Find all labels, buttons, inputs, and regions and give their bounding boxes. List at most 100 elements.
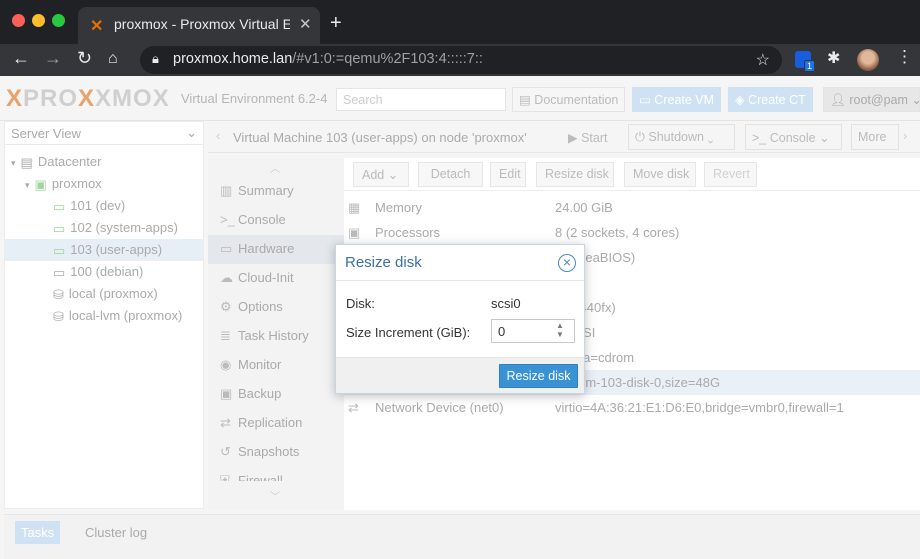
nav-hardware[interactable]: ▭ Hardware	[208, 235, 344, 264]
tree-node-proxmox[interactable]: ▾ ▣ proxmox	[5, 173, 203, 195]
reload-icon[interactable]: ↻	[77, 48, 92, 69]
add-button[interactable]: Add ⌄	[353, 162, 409, 187]
window-maximize-button[interactable]	[52, 14, 65, 27]
start-label: Start	[581, 131, 608, 145]
tab-tasks[interactable]: Tasks	[15, 521, 61, 544]
start-button[interactable]: ▶ Start	[561, 124, 615, 150]
resize-disk-submit-button[interactable]: Resize disk	[499, 364, 578, 388]
revert-button[interactable]: Revert	[704, 162, 757, 187]
hardware-key: Network Device (net0)	[375, 400, 504, 415]
scroll-left-icon[interactable]: ‹	[216, 128, 220, 143]
resource-tree: Server View ⌄ ▾ ▤ Datacenter ▾ ▣ proxmox ▭ 101…	[4, 121, 204, 509]
home-icon[interactable]: ⌂	[108, 50, 118, 68]
scroll-right-icon[interactable]: ›	[903, 128, 907, 143]
nav-replication[interactable]: ⇄ Replication	[208, 409, 344, 438]
view-selector[interactable]: Server View ⌄	[5, 122, 203, 145]
nav-scroll-down-icon[interactable]: ﹀	[270, 488, 280, 503]
collapse-icon: ▾	[11, 157, 16, 168]
nav-backup[interactable]: ▣ Backup	[208, 380, 344, 409]
forward-arrow-icon[interactable]: →	[44, 48, 62, 69]
lock-icon: 🔒︎	[152, 51, 159, 66]
tree-node-label: Datacenter	[37, 154, 102, 169]
nav-label: Hardware	[238, 241, 295, 256]
bitwarden-extension-icon[interactable]: 1	[795, 51, 815, 72]
nav-snapshots[interactable]: ↺ Snapshots	[208, 438, 344, 467]
user-label: root@pam	[849, 93, 908, 107]
hardware-value: virtio=4A:36:21:E1:D6:E0,bridge=vmbr0,fi…	[555, 400, 844, 415]
exchange-icon: ⇄	[348, 400, 359, 415]
view-selector-value: Server View	[11, 126, 81, 141]
tab-cluster-log[interactable]: Cluster log	[85, 525, 147, 540]
nav-console[interactable]: >_ Console	[208, 206, 344, 235]
vm-running-icon: ▭	[53, 242, 66, 258]
console-button[interactable]: >_ Console ⌄	[745, 124, 842, 150]
documentation-label: Documentation	[534, 93, 619, 107]
shield-icon: ⛨	[220, 473, 230, 481]
nav-task-history[interactable]: ≣ Task History	[208, 322, 344, 351]
documentation-button[interactable]: ▤ Documentation	[512, 87, 626, 112]
tree-node-datacenter[interactable]: ▾ ▤ Datacenter	[5, 151, 203, 173]
vm-header: ‹ Virtual Machine 103 (user-apps) on nod…	[208, 121, 920, 153]
nav-label: Snapshots	[238, 444, 300, 459]
user-menu-button[interactable]: 👤︎ root@pam ⌄	[823, 87, 920, 112]
new-tab-button[interactable]: +	[330, 12, 342, 35]
detach-label: Detach	[430, 167, 471, 181]
window-close-button[interactable]	[12, 14, 25, 27]
move-disk-button[interactable]: Move disk	[624, 162, 696, 187]
disk-value: scsi0	[491, 296, 521, 311]
more-button[interactable]: More	[851, 124, 899, 150]
hardware-toolbar: Add ⌄ Detach Edit Resize disk Move disk …	[344, 158, 920, 191]
list-icon: ≣	[220, 328, 231, 343]
tree-node-label: 103 (user-apps)	[70, 242, 163, 257]
hardware-key: Processors	[375, 225, 441, 240]
window-minimize-button[interactable]	[32, 14, 45, 27]
back-arrow-icon[interactable]: ←	[12, 48, 30, 69]
terminal-icon: >_	[220, 212, 235, 227]
nav-summary[interactable]: ▥ Summary	[208, 177, 344, 206]
nav-label: Cloud-Init	[238, 270, 294, 285]
tree-node-vm-103[interactable]: ▭ 103 (user-apps)	[5, 239, 203, 261]
collapse-icon: ▾	[25, 179, 30, 190]
address-bar[interactable]: 🔒︎ proxmox.home.lan/#v1:0:=qemu%2F103:4:…	[140, 46, 782, 74]
close-icon[interactable]: ×	[558, 254, 576, 272]
retweet-icon: ⇄	[220, 415, 231, 430]
create-ct-button[interactable]: ◈ Create CT	[728, 87, 813, 112]
shutdown-button[interactable]: ⏻ Shutdown ⌄	[628, 124, 735, 150]
profile-avatar[interactable]	[857, 49, 879, 71]
edit-button[interactable]: Edit	[490, 162, 526, 187]
add-label: Add	[362, 168, 385, 182]
tree-node-vm-102[interactable]: ▭ 102 (system-apps)	[5, 217, 203, 239]
cpu-icon: ▣	[348, 225, 361, 240]
nav-options[interactable]: ⚙ Options	[208, 293, 344, 322]
nav-firewall[interactable]: ⛨ Firewall	[208, 467, 344, 481]
tree-node-storage-local-lvm[interactable]: ⛁ local-lvm (proxmox)	[5, 305, 203, 327]
version-label: Virtual Environment 6.2-4	[181, 91, 328, 106]
tree-node-vm-100[interactable]: ▭ 100 (debian)	[5, 261, 203, 283]
hardware-row[interactable]: ⇄ Network Device (net0) virtio=4A:36:21:E1…	[344, 395, 920, 420]
hardware-row[interactable]: ▣ Processors 8 (2 sockets, 4 cores)	[344, 220, 920, 245]
hardware-value: 8 (2 sockets, 4 cores)	[555, 225, 680, 240]
tree-node-storage-local[interactable]: ⛁ local (proxmox)	[5, 283, 203, 305]
extension-badge: 1	[803, 60, 815, 72]
tree-node-label: proxmox	[51, 176, 102, 191]
nav-cloud-init[interactable]: ☁ Cloud-Init	[208, 264, 344, 293]
tree-node-vm-101[interactable]: ▭ 101 (dev)	[5, 195, 203, 217]
dialog-footer: Resize disk	[336, 357, 584, 393]
extensions-puzzle-icon[interactable]: ✱	[827, 48, 840, 68]
nav-scroll-up-icon[interactable]: ︿	[270, 160, 280, 175]
spinner-arrows-icon[interactable]: ▲ ▼	[556, 321, 564, 339]
search-input[interactable]: Search	[336, 88, 506, 111]
resize-disk-label: Resize disk	[545, 167, 609, 181]
hardware-row[interactable]: ▦ Memory 24.00 GiB	[344, 195, 920, 220]
tree-node-label: 102 (system-apps)	[70, 220, 178, 235]
nav-monitor[interactable]: ◉ Monitor	[208, 351, 344, 380]
detach-button[interactable]: Detach	[418, 162, 483, 187]
tree-node-label: local-lvm (proxmox)	[68, 308, 183, 323]
resize-disk-button[interactable]: Resize disk	[536, 162, 614, 187]
bookmark-star-icon[interactable]: ☆	[756, 50, 770, 70]
nav-label: Replication	[238, 415, 303, 430]
create-vm-button[interactable]: ▭ Create VM	[632, 87, 722, 112]
browser-tab[interactable]: ✕ proxmox - Proxmox Virtual Environment …	[78, 7, 320, 44]
browser-menu-icon[interactable]: ⋮	[896, 47, 913, 67]
tab-close-icon[interactable]: ✕	[299, 15, 312, 33]
